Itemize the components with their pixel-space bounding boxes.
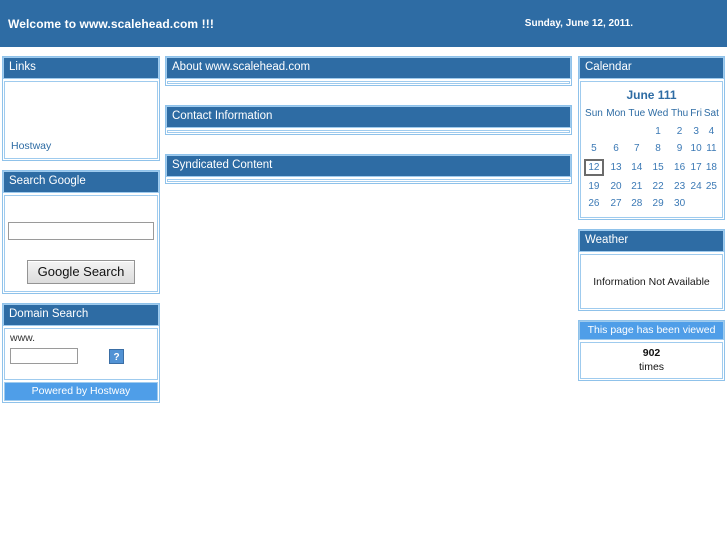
page-counter-unit: times [638,361,665,373]
search-google-heading: Search Google [3,171,159,193]
domain-search-heading: Domain Search [3,304,159,326]
calendar-day-cell [583,123,605,140]
domain-search-input[interactable] [10,348,78,364]
calendar-panel: Calendar June 111 Sun Mon Tue Wed Thu Fr… [578,56,725,220]
calendar-day-cell[interactable]: 16 [670,157,690,178]
calendar-day-cell[interactable]: 26 [583,195,605,212]
calendar-day-cell[interactable]: 24 [689,178,702,195]
calendar-week-row: 19 20 21 22 23 24 25 [583,178,720,195]
calendar-day-cell[interactable]: 4 [703,123,720,140]
calendar-day-cell[interactable]: 11 [703,140,720,157]
about-panel-body [167,81,570,84]
links-panel-heading: Links [3,57,159,79]
calendar-day-cell[interactable]: 18 [703,157,720,178]
calendar-day-cell[interactable]: 22 [646,178,669,195]
weather-panel: Weather Information Not Available [578,229,725,311]
calendar-panel-heading: Calendar [579,57,724,79]
calendar-grid: Sun Mon Tue Wed Thu Fri Sat 1 2 3 4 5 6 … [583,107,720,212]
domain-search-panel: Domain Search www. ? Powered by Hostway [2,303,160,403]
calendar-weekday: Sat [703,108,719,119]
syndicated-content-panel: Syndicated Content [165,154,572,184]
calendar-day-cell[interactable]: 14 [627,157,646,178]
syndicated-content-body [167,179,570,182]
calendar-days-body: 1 2 3 4 5 6 7 8 9 10 11 12 13 14 15 16 1… [583,123,720,212]
contact-information-panel: Contact Information [165,105,572,135]
calendar-week-row: 1 2 3 4 [583,123,720,140]
calendar-day-cell[interactable]: 3 [689,123,702,140]
calendar-day-cell[interactable]: 15 [646,157,669,178]
calendar-weekday: Tue [628,108,646,119]
page-counter-heading: This page has been viewed [579,321,724,340]
calendar-day-cell[interactable]: 25 [703,178,720,195]
calendar-day-cell [689,195,702,212]
about-panel-heading: About www.scalehead.com [166,57,571,79]
current-date: Sunday, June 12, 2011. [524,18,633,29]
calendar-day-cell[interactable]: 28 [627,195,646,212]
calendar-day-cell[interactable]: 13 [605,157,627,178]
site-title: Welcome to www.scalehead.com !!! [8,16,214,31]
weather-message: Information Not Available [593,275,710,288]
site-banner: Welcome to www.scalehead.com !!! Sunday,… [0,0,727,47]
syndicated-content-heading: Syndicated Content [166,155,571,177]
right-sidebar: Calendar June 111 Sun Mon Tue Wed Thu Fr… [578,56,725,381]
calendar-day-cell[interactable]: 8 [646,140,669,157]
search-google-panel: Search Google Google Search [2,170,160,294]
calendar-day-cell[interactable]: 20 [605,178,627,195]
calendar-day-cell[interactable]: 29 [646,195,669,212]
calendar-weekday: Mon [606,108,626,119]
about-panel: About www.scalehead.com [165,56,572,86]
domain-search-body: www. ? [4,328,158,380]
calendar-weekday: Thu [670,108,689,119]
powered-by-hostway-footer[interactable]: Powered by Hostway [4,382,158,401]
contact-information-body [167,130,570,133]
left-sidebar: Links Hostway Search Google Google Searc… [2,56,160,412]
calendar-day-cell[interactable]: 21 [627,178,646,195]
calendar-day-cell [605,123,627,140]
page-counter-value: 902 [642,347,661,359]
calendar-today-highlight: 12 [584,159,604,176]
calendar-day-cell[interactable]: 9 [670,140,690,157]
calendar-day-cell-today[interactable]: 12 [583,157,605,178]
calendar-day-cell[interactable]: 2 [670,123,690,140]
search-google-body: Google Search [4,195,158,292]
calendar-panel-body: June 111 Sun Mon Tue Wed Thu Fri Sat 1 2… [580,81,723,218]
calendar-day-cell[interactable]: 23 [670,178,690,195]
page-content: Links Hostway Search Google Google Searc… [0,47,727,403]
calendar-day-cell [627,123,646,140]
calendar-month-title: June 111 [626,88,677,102]
calendar-day-cell[interactable]: 1 [646,123,669,140]
calendar-weekday-row: Sun Mon Tue Wed Thu Fri Sat [583,107,720,123]
calendar-day-cell[interactable]: 27 [605,195,627,212]
links-panel: Links Hostway [2,56,160,161]
calendar-weekday: Wed [647,108,669,119]
calendar-day-cell[interactable]: 10 [689,140,702,157]
calendar-day-cell[interactable]: 30 [670,195,690,212]
calendar-day-cell[interactable]: 19 [583,178,605,195]
calendar-day-cell[interactable]: 5 [583,140,605,157]
link-item-hostway[interactable]: Hostway [11,140,51,152]
links-list: Hostway [11,140,51,152]
page-counter-panel: This page has been viewed 902 times [578,320,725,381]
page-counter-body: 902 times [580,342,723,379]
calendar-weekday: Fri [690,108,702,119]
calendar-day-cell[interactable]: 17 [689,157,702,178]
calendar-week-row: 12 13 14 15 16 17 18 [583,157,720,178]
calendar-week-row: 26 27 28 29 30 [583,195,720,212]
google-search-button[interactable]: Google Search [26,260,136,284]
center-content: About www.scalehead.com Contact Informat… [165,56,572,203]
domain-search-row: ? [10,348,152,364]
contact-information-heading: Contact Information [166,106,571,128]
broken-image-icon[interactable]: ? [109,348,124,364]
weather-panel-body: Information Not Available [580,254,723,309]
calendar-weekday: Sun [585,108,603,119]
calendar-day-cell [703,195,720,212]
domain-prefix-label: www. [10,332,36,344]
google-search-input[interactable] [8,222,154,240]
calendar-week-row: 5 6 7 8 9 10 11 [583,140,720,157]
weather-panel-heading: Weather [579,230,724,252]
links-panel-body: Hostway [4,81,158,159]
calendar-day-cell[interactable]: 7 [627,140,646,157]
calendar-day-cell[interactable]: 6 [605,140,627,157]
